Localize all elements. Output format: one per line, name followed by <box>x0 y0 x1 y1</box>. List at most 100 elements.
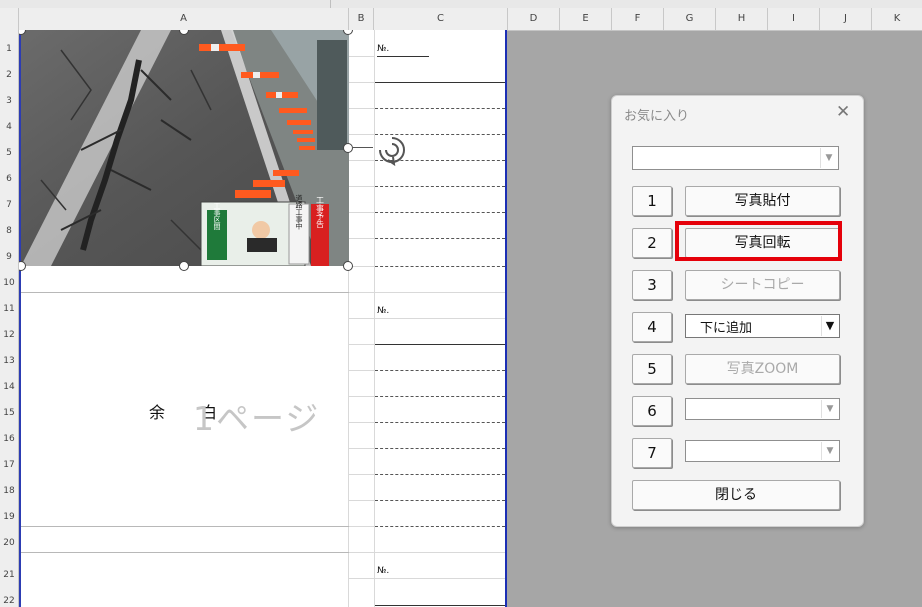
shortcut-7-select[interactable]: ▼ <box>685 440 840 462</box>
row-header[interactable]: 7 <box>0 200 18 210</box>
rotate-handle-icon[interactable] <box>375 134 409 168</box>
row-header[interactable]: 3 <box>0 96 18 106</box>
copy-sheet-button[interactable]: シートコピー <box>685 270 840 300</box>
row-header[interactable]: 10 <box>0 278 18 288</box>
row-header[interactable]: 2 <box>0 70 18 80</box>
gridline <box>349 160 375 161</box>
form-line <box>375 82 505 83</box>
shortcut-7-button[interactable]: 7 <box>632 438 672 468</box>
shortcut-5-button[interactable]: 5 <box>632 354 672 384</box>
column-header-e[interactable]: E <box>560 8 612 30</box>
row-header[interactable]: 22 <box>0 596 18 606</box>
favorites-dialog: お気に入り ✕ ▼ 1 写真貼付 2 写真回転 3 シートコピー 4 下に追加 … <box>611 95 864 527</box>
close-icon[interactable]: ✕ <box>836 102 850 122</box>
column-header-d[interactable]: D <box>508 8 560 30</box>
chevron-down-icon[interactable]: ▼ <box>821 442 838 460</box>
highlight-box <box>675 221 842 261</box>
column-header-k[interactable]: K <box>872 8 922 30</box>
gridline <box>349 578 375 579</box>
row-header[interactable]: 11 <box>0 304 18 314</box>
column-header-i[interactable]: I <box>768 8 820 30</box>
gridline <box>375 318 505 319</box>
form-line <box>375 238 505 239</box>
page-break-line <box>19 552 349 553</box>
gridline <box>349 370 375 371</box>
column-header-j[interactable]: J <box>820 8 872 30</box>
column-header-a[interactable]: A <box>19 8 349 30</box>
shortcut-2-button[interactable]: 2 <box>632 228 672 258</box>
form-line <box>375 605 505 606</box>
page-break-line <box>19 526 349 527</box>
record-number-label: №. <box>377 306 431 319</box>
shortcut-3-button[interactable]: 3 <box>632 270 672 300</box>
page-border-right <box>505 30 507 607</box>
add-below-select[interactable]: 下に追加 ▼ <box>685 314 840 338</box>
chevron-down-icon[interactable]: ▼ <box>821 316 838 336</box>
row-header[interactable]: 12 <box>0 330 18 340</box>
resize-handle-icon[interactable] <box>19 261 26 271</box>
row-header[interactable]: 8 <box>0 226 18 236</box>
row-header[interactable]: 6 <box>0 174 18 184</box>
row-header[interactable]: 19 <box>0 512 18 522</box>
row-header[interactable]: 13 <box>0 356 18 366</box>
shortcut-6-select[interactable]: ▼ <box>685 398 840 420</box>
gridline <box>349 500 375 501</box>
form-line <box>375 448 505 449</box>
photo-image: 工事予告 道路工事中 工事区間 <box>21 30 349 266</box>
record-number-label: №. <box>377 566 431 579</box>
close-dialog-button[interactable]: 閉じる <box>632 480 840 510</box>
row-header[interactable]: 20 <box>0 538 18 548</box>
shortcut-6-button[interactable]: 6 <box>632 396 672 426</box>
add-below-select-value: 下に追加 <box>700 321 753 336</box>
form-line <box>375 474 505 475</box>
shortcut-4-button[interactable]: 4 <box>632 312 672 342</box>
page-break-line <box>19 292 349 293</box>
gridline <box>349 396 375 397</box>
form-line <box>375 422 505 423</box>
resize-handle-icon[interactable] <box>343 261 353 271</box>
shortcut-1-button[interactable]: 1 <box>632 186 672 216</box>
row-header[interactable]: 5 <box>0 148 18 158</box>
resize-handle-icon[interactable] <box>343 30 353 35</box>
chevron-down-icon[interactable]: ▼ <box>820 148 837 168</box>
svg-text:工事区間: 工事区間 <box>213 202 221 231</box>
row-header[interactable]: 15 <box>0 408 18 418</box>
gridline <box>349 238 375 239</box>
column-header-c[interactable]: C <box>374 8 508 30</box>
row-header[interactable]: 21 <box>0 570 18 580</box>
row-header[interactable]: 17 <box>0 460 18 470</box>
gridline <box>349 82 375 83</box>
favorites-select[interactable]: ▼ <box>632 146 839 170</box>
road-construction-photo[interactable]: 工事予告 道路工事中 工事区間 <box>21 30 349 266</box>
formula-bar-strip <box>0 0 922 8</box>
row-header[interactable]: 1 <box>0 44 18 54</box>
resize-handle-icon[interactable] <box>343 143 353 153</box>
chevron-down-icon[interactable]: ▼ <box>821 400 838 418</box>
form-line <box>375 370 505 371</box>
form-line <box>375 108 505 109</box>
resize-handle-icon[interactable] <box>179 261 189 271</box>
form-line <box>375 396 505 397</box>
photo-zoom-button[interactable]: 写真ZOOM <box>685 354 840 384</box>
gridline <box>349 186 375 187</box>
record-number-label: №. <box>377 44 431 57</box>
row-header[interactable]: 9 <box>0 252 18 262</box>
gridline <box>349 552 375 553</box>
svg-text:道路工事中: 道路工事中 <box>295 194 303 231</box>
form-line <box>375 526 505 527</box>
row-header[interactable]: 18 <box>0 486 18 496</box>
paste-photo-button[interactable]: 写真貼付 <box>685 186 840 216</box>
column-header-h[interactable]: H <box>716 8 768 30</box>
worksheet-page[interactable]: №. №. №. 工事予告 道路工事中 工事区間 余 白 1ページ <box>19 30 507 607</box>
column-header-bar: A B C D E F G H I J K <box>0 8 922 31</box>
rotate-handle-stem <box>353 147 373 148</box>
column-header-f[interactable]: F <box>612 8 664 30</box>
select-all-corner[interactable] <box>0 8 19 30</box>
gridline <box>349 448 375 449</box>
form-line <box>375 186 505 187</box>
column-header-g[interactable]: G <box>664 8 716 30</box>
row-header[interactable]: 4 <box>0 122 18 132</box>
column-header-b[interactable]: B <box>349 8 374 30</box>
row-header[interactable]: 14 <box>0 382 18 392</box>
row-header[interactable]: 16 <box>0 434 18 444</box>
